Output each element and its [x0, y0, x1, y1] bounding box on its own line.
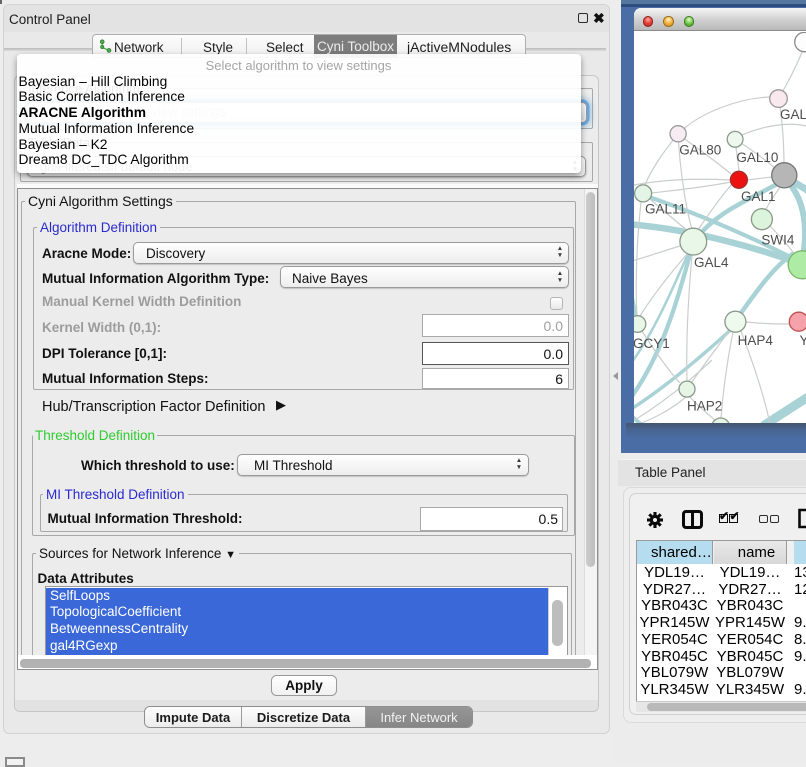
svg-text:HAP4: HAP4 — [738, 333, 774, 348]
svg-text:Y: Y — [800, 333, 806, 348]
svg-text:GCY1: GCY1 — [634, 336, 670, 351]
svg-text:SWI4: SWI4 — [761, 233, 794, 248]
svg-text:GAL4: GAL4 — [694, 255, 729, 270]
svg-text:GAL1: GAL1 — [741, 189, 776, 204]
svg-text:GAL11: GAL11 — [645, 202, 686, 217]
svg-text:HAP2: HAP2 — [687, 398, 722, 413]
svg-text:GAL10: GAL10 — [736, 150, 778, 165]
svg-text:GAL80: GAL80 — [679, 143, 721, 158]
svg-text:GAL2: GAL2 — [780, 107, 806, 122]
